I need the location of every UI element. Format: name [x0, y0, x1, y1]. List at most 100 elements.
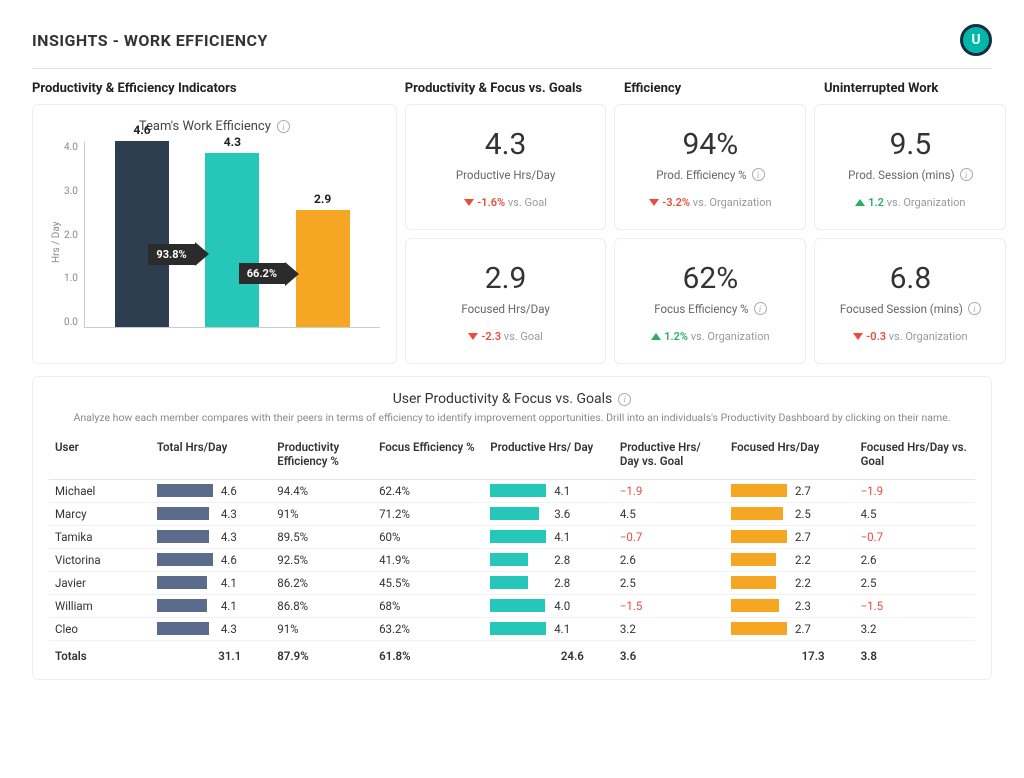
col-prod-eff[interactable]: Productivity Efficiency % — [271, 434, 373, 479]
col-focus-hrs[interactable]: Focused Hrs/Day — [725, 434, 855, 479]
info-icon[interactable]: i — [277, 120, 290, 133]
cell-focus-eff: 60% — [373, 525, 484, 548]
cell-user[interactable]: William — [49, 594, 151, 617]
hbar-fill — [490, 599, 545, 612]
cell-prod-eff: 92.5% — [271, 548, 373, 571]
hbar-track — [157, 599, 213, 612]
header-uninterrupted: Uninterrupted Work — [824, 81, 1016, 96]
hbar-cell: 2.8 — [490, 553, 608, 567]
cell-prod-hrs: 4.0 — [484, 594, 614, 617]
hbar-cell: 2.7 — [731, 530, 849, 544]
cell-prod-eff: 86.8% — [271, 594, 373, 617]
brand-badge[interactable]: U — [960, 24, 992, 56]
table-row: Michael4.694.4%62.4%4.1−1.92.7−1.9 — [49, 479, 975, 502]
cell-focus-vs-goal: 2.5 — [855, 571, 975, 594]
info-icon[interactable]: i — [968, 302, 981, 315]
cell-focus-hrs: 2.7 — [725, 617, 855, 640]
hbar-track — [731, 484, 787, 497]
col-prod-vs-goal[interactable]: Productive Hrs/ Day vs. Goal — [614, 434, 725, 479]
info-icon[interactable]: i — [618, 393, 631, 406]
hbar-fill — [731, 576, 776, 589]
arrow-head-icon — [285, 262, 299, 286]
hbar-fill — [157, 622, 209, 635]
arrow-head-icon — [195, 242, 209, 266]
cell-totals-label: Totals — [49, 640, 151, 671]
hbar-fill — [731, 622, 787, 635]
bar-value-label: 4.6 — [133, 123, 150, 137]
chart-plot: 4.64.32.993.8%66.2% — [84, 142, 380, 328]
hbar-value: 2.2 — [795, 576, 811, 590]
kpi-value: 2.9 — [416, 264, 596, 294]
hbar-value: 4.3 — [221, 622, 237, 636]
y-tick: 4.0 — [64, 142, 78, 153]
trend-up-icon — [855, 199, 865, 206]
hbar-fill — [731, 507, 783, 520]
trend-down-icon — [468, 333, 478, 340]
hbar-value: 4.1 — [554, 530, 570, 544]
cell-focus-hrs: 2.7 — [725, 479, 855, 502]
hbar-fill — [731, 530, 787, 543]
col-user[interactable]: User — [49, 434, 151, 479]
col-prod-hrs[interactable]: Productive Hrs/ Day — [484, 434, 614, 479]
cell-user[interactable]: Cleo — [49, 617, 151, 640]
cell-prod-hrs: 24.6 — [484, 640, 614, 671]
cell-user[interactable]: Michael — [49, 479, 151, 502]
kpi-value: 4.3 — [416, 130, 596, 160]
hbar-cell: 4.1 — [490, 622, 608, 636]
kpi-focused-hrs: 2.9Focused Hrs/Day-2.3 vs. Goal — [405, 238, 607, 364]
hbar-track — [157, 576, 213, 589]
cell-prod-eff: 91% — [271, 617, 373, 640]
col-focus-vs-goal[interactable]: Focused Hrs/Day vs. Goal — [855, 434, 975, 479]
info-icon[interactable]: i — [960, 168, 973, 181]
hbar-value: 2.7 — [795, 484, 811, 498]
table-row: Tamika4.389.5%60%4.1−0.72.7−0.7 — [49, 525, 975, 548]
hbar-cell: 4.6 — [157, 553, 265, 567]
funnel-arrow: 66.2% — [239, 262, 299, 286]
cell-prod-hrs: 4.1 — [484, 479, 614, 502]
cell-user[interactable]: Javier — [49, 571, 151, 594]
hbar-value: 2.3 — [795, 599, 811, 613]
kpi-trend: -3.2% vs. Organization — [625, 196, 795, 209]
kpi-label: Prod. Efficiency %i — [625, 168, 795, 182]
trend-down-icon — [649, 199, 659, 206]
trend-up-icon — [651, 333, 661, 340]
hbar-value: 4.0 — [554, 599, 570, 613]
cell-user[interactable]: Victorina — [49, 548, 151, 571]
cell-prod-vs-goal: 2.6 — [614, 548, 725, 571]
hbar-value: 2.2 — [795, 553, 811, 567]
cell-focus-hrs: 2.7 — [725, 525, 855, 548]
cell-focus-vs-goal: −1.5 — [855, 594, 975, 617]
hbar-track — [731, 599, 787, 612]
hbar-track — [731, 576, 787, 589]
col-total[interactable]: Total Hrs/Day — [151, 434, 271, 479]
cell-user[interactable]: Tamika — [49, 525, 151, 548]
table-title-row: User Productivity & Focus vs. Goals i — [49, 391, 975, 407]
kpi-label: Focus Efficiency %i — [625, 302, 795, 316]
hbar-cell: 4.1 — [490, 530, 608, 544]
hbar-cell: 4.3 — [157, 530, 265, 544]
col-focus-eff[interactable]: Focus Efficiency % — [373, 434, 484, 479]
bar-fill — [205, 153, 259, 327]
table-title: User Productivity & Focus vs. Goals — [393, 391, 613, 407]
cell-prod-vs-goal: −1.5 — [614, 594, 725, 617]
cell-focus-vs-goal: 4.5 — [855, 502, 975, 525]
y-tick: 3.0 — [64, 186, 78, 197]
info-icon[interactable]: i — [754, 302, 767, 315]
info-icon[interactable]: i — [752, 168, 765, 181]
arrow-label: 66.2% — [239, 263, 285, 284]
y-tick: 2.0 — [64, 230, 78, 241]
kpi-label: Productive Hrs/Day — [416, 168, 596, 182]
cell-prod-hrs: 3.6 — [484, 502, 614, 525]
hbar-track — [490, 530, 546, 543]
chart-bar: 4.3 — [205, 135, 259, 327]
hbar-fill — [490, 576, 528, 589]
hbar-fill — [731, 599, 779, 612]
chart-bar: 2.9 — [296, 192, 350, 327]
cell-user[interactable]: Marcy — [49, 502, 151, 525]
cell-prod-eff: 89.5% — [271, 525, 373, 548]
kpi-trend: -1.6% vs. Goal — [416, 196, 596, 209]
kpi-trend: -0.3 vs. Organization — [825, 330, 995, 343]
cell-total: 4.3 — [151, 525, 271, 548]
cell-prod-vs-goal: 3.6 — [614, 640, 725, 671]
hbar-cell: 4.1 — [490, 484, 608, 498]
